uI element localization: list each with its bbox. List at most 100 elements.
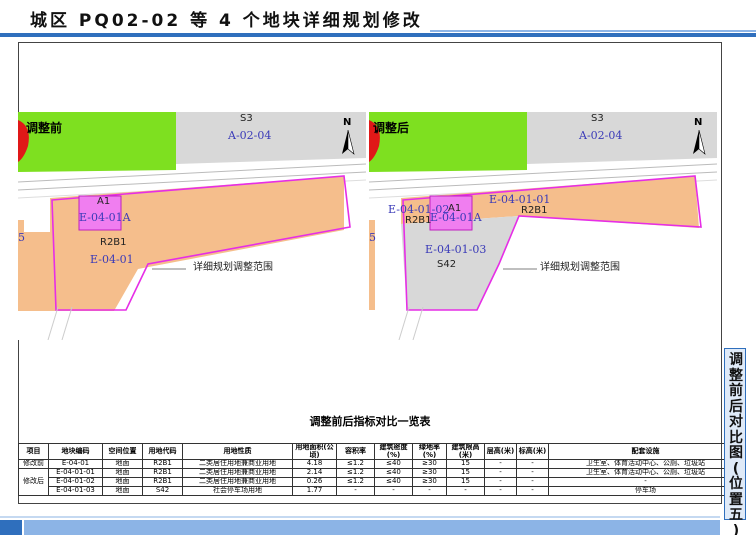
side-tab-char: ( bbox=[732, 460, 740, 477]
side-tab-char: 图 bbox=[729, 445, 743, 461]
table-cell: 4.18 bbox=[292, 459, 337, 469]
bottom-strip bbox=[0, 516, 720, 518]
label-r2b1: R2B1 bbox=[100, 237, 127, 248]
table-cell: ≥30 bbox=[412, 477, 447, 487]
table-header: 建筑密度(%) bbox=[374, 443, 413, 460]
label-r2b1-right: R2B1 bbox=[521, 205, 548, 216]
callout-adjust-range: 详细规划调整范围 bbox=[540, 262, 620, 273]
callout-adjust-range: 详细规划调整范围 bbox=[193, 262, 273, 273]
table-cell: 二类居住用地兼商业用地 bbox=[182, 477, 293, 487]
table-cell: R2B1 bbox=[142, 477, 183, 487]
table-cell: R2B1 bbox=[142, 468, 183, 478]
table-cell: - bbox=[516, 459, 549, 469]
table-cell: - bbox=[446, 486, 485, 496]
table-cell: - bbox=[412, 486, 447, 496]
map-after-drawing bbox=[369, 112, 717, 340]
table-cell: ≤1.2 bbox=[336, 468, 375, 478]
table-cell: - bbox=[516, 486, 549, 496]
table-cell: E-04-01-02 bbox=[48, 477, 103, 487]
table-cell: 1.77 bbox=[292, 486, 337, 496]
table-header: 配套设施 bbox=[548, 443, 743, 460]
table-cell: 地面 bbox=[102, 468, 143, 478]
side-tab-char: 调 bbox=[729, 352, 743, 368]
side-tab-char: 对 bbox=[729, 414, 743, 430]
map-before-heading: 调整前 bbox=[26, 121, 63, 135]
table-cell: 二类居住用地兼商业用地 bbox=[182, 459, 293, 469]
table-header: 用地面积(公顷) bbox=[292, 443, 337, 460]
map-after: 调整后 S3 A-02-04 E-04-01-02 A1 R2B1 E-04-0… bbox=[369, 112, 717, 340]
map-before: 调整前 S3 A-02-04 A1 E-04-01A R2B1 E-04-01 … bbox=[18, 112, 366, 340]
table-header: 建筑限高(米) bbox=[446, 443, 485, 460]
table-group-cell: 修改前 bbox=[18, 459, 49, 469]
label-edge: 5 bbox=[18, 231, 25, 244]
label-s3: S3 bbox=[591, 113, 604, 124]
table-cell: 15 bbox=[446, 477, 485, 487]
table-cell: ≤40 bbox=[374, 468, 413, 478]
table-cell: E-04-01 bbox=[48, 459, 103, 469]
label-r2b1-left: R2B1 bbox=[405, 215, 432, 226]
table-cell: - bbox=[336, 486, 375, 496]
page-title: 城区 PQ02-02 等 4 个地块详细规划修改 bbox=[30, 11, 423, 31]
title-bar: 城区 PQ02-02 等 4 个地块详细规划修改 bbox=[0, 0, 756, 37]
label-a-02-04: A-02-04 bbox=[228, 129, 272, 142]
table-cell: E-04-01-01 bbox=[48, 468, 103, 478]
map-before-drawing bbox=[18, 112, 366, 340]
table-cell: 2.14 bbox=[292, 468, 337, 478]
table-cell: ≤1.2 bbox=[336, 477, 375, 487]
bottom-accent-dark bbox=[0, 520, 22, 535]
table-header: 地块编码 bbox=[48, 443, 103, 460]
label-edge: 5 bbox=[369, 231, 376, 244]
table-header: 容积率 bbox=[336, 443, 375, 460]
table-cell: 社会停车场用地 bbox=[182, 486, 293, 496]
table-row: 修改前 E-04-01 地面 R2B1 二类居住用地兼商业用地 4.18 ≤1.… bbox=[18, 459, 743, 469]
table-cell: ≤40 bbox=[374, 477, 413, 487]
table-cell: 地面 bbox=[102, 477, 143, 487]
table-cell: 地面 bbox=[102, 486, 143, 496]
table-cell: 地面 bbox=[102, 459, 143, 469]
table-header: 用地性质 bbox=[182, 443, 293, 460]
table-row: E-04-01-03 地面 S42 社会停车场用地 1.77 - - - - -… bbox=[19, 486, 743, 496]
side-tab-char: 置 bbox=[729, 491, 743, 508]
table-cell: - bbox=[516, 468, 549, 478]
label-a1: A1 bbox=[97, 196, 111, 207]
table-cell: - bbox=[548, 477, 743, 487]
table-cell: ≤40 bbox=[374, 459, 413, 469]
table-cell: - bbox=[484, 486, 517, 496]
side-tab-char: 后 bbox=[729, 398, 743, 415]
label-e-04-01-03: E-04-01-03 bbox=[425, 243, 487, 256]
table-cell: - bbox=[484, 468, 517, 478]
side-tab-char: 位 bbox=[729, 476, 743, 492]
table-header: 绿地率(%) bbox=[412, 443, 447, 460]
table-cell: - bbox=[374, 486, 413, 496]
table-header: 层高(米) bbox=[484, 443, 517, 460]
table-cell: - bbox=[484, 477, 517, 487]
table-cell: - bbox=[484, 459, 517, 469]
label-e-04-01: E-04-01 bbox=[90, 253, 134, 266]
side-tab: 调整前后对比图(位置五) bbox=[724, 348, 746, 535]
table-row: 修改后 E-04-01-01 地面 R2B1 二类居住用地兼商业用地 2.14 … bbox=[18, 468, 743, 496]
table-title: 调整前后指标对比一览表 bbox=[309, 415, 431, 428]
side-tab-char: 整 bbox=[729, 367, 743, 384]
north-arrow-icon: N bbox=[691, 118, 707, 155]
table-cell: S42 bbox=[142, 486, 183, 496]
bottom-bar bbox=[0, 513, 756, 535]
table-header: 空间位置 bbox=[102, 443, 143, 460]
table-cell: 停车场 bbox=[548, 486, 743, 496]
table-header: 项目 bbox=[18, 443, 49, 460]
label-e-04-01-01: E-04-01-01 bbox=[489, 193, 551, 206]
bottom-accent-light bbox=[24, 520, 720, 535]
indicator-table: 项目 地块编码 空间位置 用地代码 用地性质 用地面积(公顷) 容积率 建筑密度… bbox=[18, 443, 743, 496]
table-cell: 15 bbox=[446, 459, 485, 469]
table-row: E-04-01-02 地面 R2B1 二类居住用地兼商业用地 0.26 ≤1.2… bbox=[19, 477, 743, 487]
label-e-04-01a: E-04-01A bbox=[79, 211, 131, 224]
label-e-04-01a: E-04-01A bbox=[430, 211, 482, 224]
table-cell: 15 bbox=[446, 468, 485, 478]
table-cell: 0.26 bbox=[292, 477, 337, 487]
table-cell: ≥30 bbox=[412, 468, 447, 478]
table-cell: R2B1 bbox=[142, 459, 183, 469]
map-after-heading: 调整后 bbox=[373, 121, 410, 135]
table-cell: E-04-01-03 bbox=[48, 486, 103, 496]
title-underline bbox=[0, 33, 756, 37]
table-header: 用地代码 bbox=[142, 443, 183, 460]
table-cell: 卫生室、体育活动中心、公厕、垃圾站 bbox=[548, 459, 743, 469]
